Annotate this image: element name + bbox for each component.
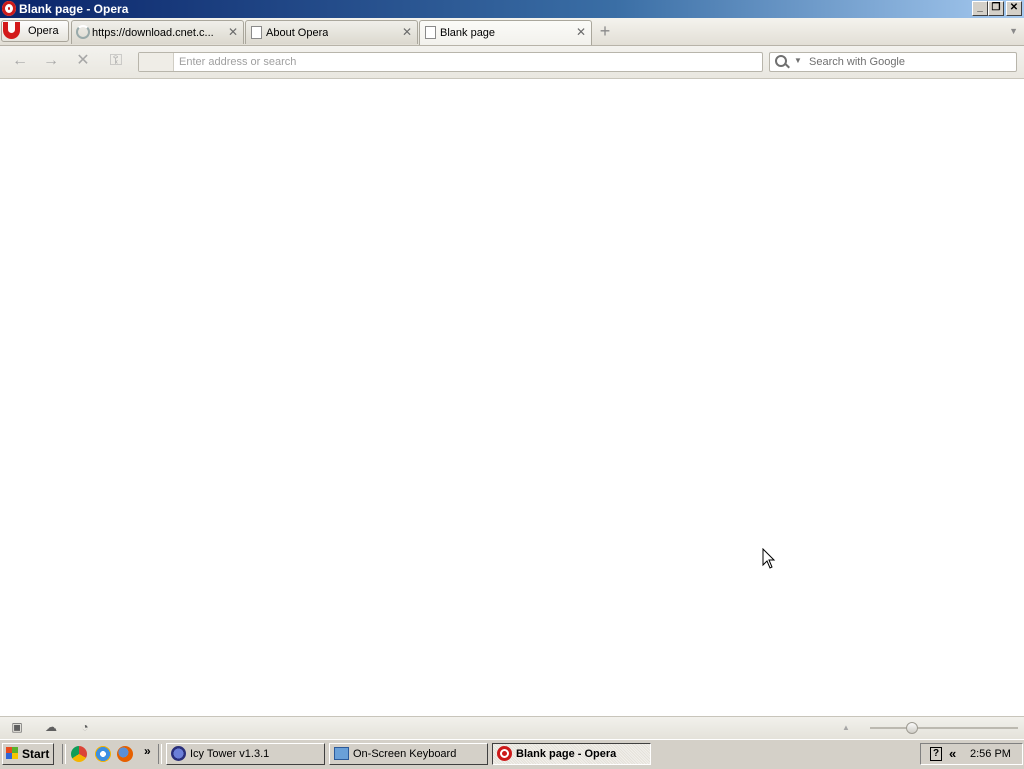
loading-spinner-icon [76,25,90,39]
taskbar-item-label: Icy Tower v1.3.1 [190,748,270,760]
separator [62,744,66,764]
panel-toggle-icon[interactable]: ▣ [10,721,24,733]
clock[interactable]: 2:56 PM [970,748,1011,760]
opera-logo-icon [3,22,20,39]
close-tab-icon[interactable]: ✕ [402,25,412,39]
page-content[interactable] [0,79,1024,715]
search-engine-dropdown-icon[interactable]: ▼ [794,56,802,65]
tab-label: Blank page [440,27,496,39]
tab-label: About Opera [266,27,329,39]
windows-logo-icon [6,747,18,759]
new-tab-button[interactable]: + [597,22,613,40]
navigation-bar: ← → ✕ ⚿ ▼ [0,46,1024,79]
key-icon[interactable]: ⚿ [106,52,126,70]
icy-tower-icon [171,746,186,761]
taskbar: Start » Icy Tower v1.3.1 On-Screen Keybo… [0,739,1024,769]
close-window-button[interactable]: ✕ [1006,1,1022,16]
tab-about-opera[interactable]: About Opera ✕ [245,20,418,44]
close-tab-icon[interactable]: ✕ [576,25,586,39]
keyboard-icon [334,747,349,760]
zoom-menu-icon[interactable]: ▲ [842,723,850,732]
window-title: Blank page - Opera [19,2,129,16]
taskbar-item-opera[interactable]: Blank page - Opera [492,743,651,765]
taskbar-item-label: On-Screen Keyboard [353,748,457,760]
status-bar: ▣ ☁ ◔ ▲ [0,716,1024,739]
chrome-icon[interactable] [71,746,87,762]
opera-logo-icon [497,746,512,761]
tab-blank-page[interactable]: Blank page ✕ [419,20,592,45]
search-input[interactable] [809,54,1009,69]
start-label: Start [22,747,50,761]
zoom-slider[interactable] [870,727,1018,729]
firefox-icon[interactable] [117,746,133,762]
back-button[interactable]: ← [10,52,30,70]
help-icon[interactable]: ? [930,747,942,761]
mouse-cursor-icon [762,548,776,569]
restore-button[interactable]: ❐ [988,1,1004,16]
minimize-button[interactable]: _ [972,1,988,16]
stop-button[interactable]: ✕ [73,52,93,70]
separator [158,744,162,764]
tab-bar: Opera https://download.cnet.c... ✕ About… [0,18,1024,46]
page-icon [251,26,262,39]
opera-menu-label: Opera [28,25,59,37]
search-icon[interactable] [775,55,787,67]
opera-logo-icon [2,1,16,16]
taskbar-item-label: Blank page - Opera [516,748,617,760]
opera-unite-cloud-icon[interactable]: ☁ [44,721,58,733]
zoom-slider-thumb[interactable] [906,722,918,734]
opera-menu-button[interactable]: Opera [1,20,69,42]
tab-download-cnet[interactable]: https://download.cnet.c... ✕ [71,20,244,44]
page-icon [425,26,436,39]
address-bar[interactable] [138,52,763,72]
show-hidden-icons-chevron-icon[interactable]: « [949,746,956,761]
close-tab-icon[interactable]: ✕ [228,25,238,39]
tab-menu-chevron-icon[interactable]: ▼ [1009,26,1018,36]
internet-explorer-icon[interactable] [95,746,111,762]
taskbar-item-icy-tower[interactable]: Icy Tower v1.3.1 [166,743,325,765]
system-tray: ? « 2:56 PM [920,743,1023,765]
taskbar-item-on-screen-keyboard[interactable]: On-Screen Keyboard [329,743,488,765]
security-badge[interactable] [139,53,174,71]
tab-label: https://download.cnet.c... [92,27,214,39]
forward-button[interactable]: → [41,52,61,70]
address-input[interactable] [179,54,749,69]
start-button[interactable]: Start [2,743,54,765]
quicklaunch-more-icon[interactable]: » [144,744,151,758]
search-box[interactable]: ▼ [769,52,1017,72]
title-bar: Blank page - Opera _ ❐ ✕ [0,0,1024,18]
turbo-speed-icon[interactable]: ◔ [78,721,92,733]
